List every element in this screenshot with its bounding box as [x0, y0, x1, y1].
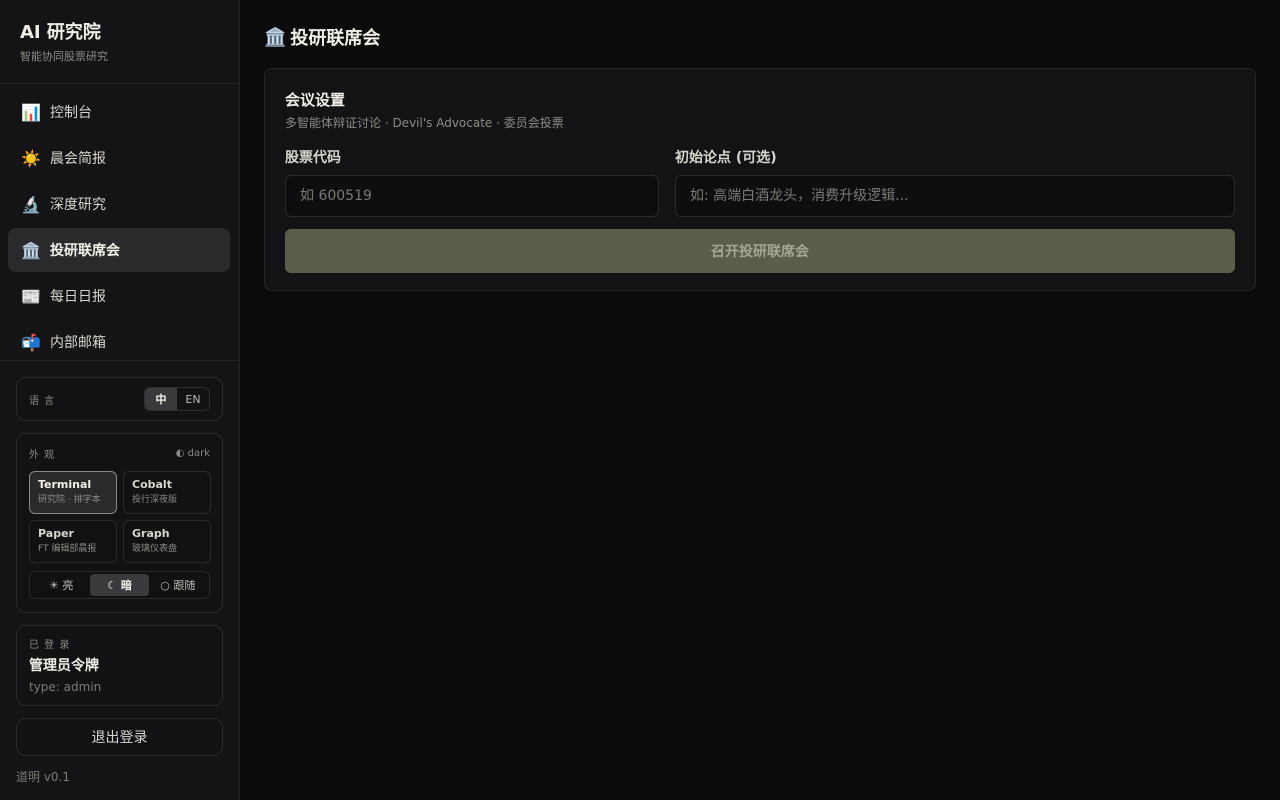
appearance-card: 外 观 ◐ dark Terminal 研究院 · 排字本 Cobalt 投行深…: [16, 433, 223, 613]
sidebar-item-label: 每日日报: [50, 289, 106, 305]
form-fields: 股票代码 初始论点 (可选): [285, 147, 1235, 217]
language-label: 语 言: [29, 395, 56, 407]
sidebar-item-investment-committee[interactable]: 🏛️ 投研联席会: [8, 228, 230, 272]
sidebar-item-mailbox[interactable]: 📬 内部邮箱: [8, 320, 230, 358]
theme-name: Terminal: [38, 478, 92, 491]
sidebar-item-morning-brief[interactable]: ☀️ 晨会简报: [8, 136, 230, 180]
theme-option-cobalt[interactable]: Cobalt 投行深夜版: [123, 471, 211, 514]
sidebar-item-label: 投研联席会: [50, 243, 120, 259]
theme-desc: FT 编辑部晨报: [38, 544, 97, 554]
language-card: 语 言 中 EN: [16, 377, 223, 421]
microscope-icon: 🔬: [21, 194, 41, 214]
appearance-label: 外 观: [29, 450, 56, 461]
page-title-text: 投研联席会: [290, 28, 381, 49]
sun-icon: ☀️: [21, 148, 41, 168]
sidebar-item-label: 控制台: [50, 105, 92, 121]
version-label: 道明 v0.1: [16, 770, 71, 784]
user-name: 管理员令牌: [29, 658, 99, 674]
mode-option-light[interactable]: ☀ 亮: [32, 574, 90, 596]
theme-desc: 投行深夜版: [132, 495, 178, 505]
mode-option-system[interactable]: ○ 跟随: [149, 574, 207, 596]
theme-option-paper[interactable]: Paper FT 编辑部晨报: [29, 520, 117, 563]
sidebar-item-label: 内部邮箱: [50, 335, 106, 351]
logout-button[interactable]: 退出登录: [16, 718, 223, 756]
language-toggle: 中 EN: [144, 387, 210, 411]
sidebar: AI 研究院 智能协同股票研究 📊 控制台 ☀️ 晨会简报 🔬 深度研究 🏛️ …: [0, 0, 240, 800]
theme-desc: 研究院 · 排字本: [38, 495, 101, 505]
login-status: 已 登 录: [29, 640, 71, 651]
classical-building-icon: 🏛️: [264, 26, 287, 48]
theme-option-terminal[interactable]: Terminal 研究院 · 排字本: [29, 471, 117, 514]
brand-title: AI 研究院: [20, 22, 101, 43]
stock-code-label: 股票代码: [285, 150, 341, 166]
theme-name: Paper: [38, 527, 74, 540]
stock-code-input[interactable]: [285, 175, 659, 217]
mailbox-icon: 📬: [21, 332, 41, 352]
sidebar-item-label: 深度研究: [50, 197, 106, 213]
theme-name: Cobalt: [132, 478, 172, 491]
sidebar-item-deep-research[interactable]: 🔬 深度研究: [8, 182, 230, 226]
chart-icon: 📊: [21, 102, 41, 122]
user-card: 已 登 录 管理员令牌 type: admin: [16, 625, 223, 706]
stock-field-group: 股票代码: [285, 147, 659, 217]
language-option-zh[interactable]: 中: [145, 388, 177, 410]
classical-building-icon: 🏛️: [21, 240, 41, 260]
brand: AI 研究院 智能协同股票研究: [0, 0, 239, 84]
theme-option-graph[interactable]: Graph 玻璃仪表盘: [123, 520, 211, 563]
newspaper-icon: 📰: [21, 286, 41, 306]
sidebar-divider: [0, 360, 239, 361]
panel-title: 会议设置: [285, 91, 346, 109]
main-content: 🏛️ 投研联席会 会议设置 多智能体辩证讨论 · Devil's Advocat…: [241, 0, 1280, 800]
current-mode-tag: ◐ dark: [175, 448, 210, 459]
meeting-settings-panel: 会议设置 多智能体辩证讨论 · Devil's Advocate · 委员会投票…: [264, 68, 1256, 291]
theme-desc: 玻璃仪表盘: [132, 544, 178, 554]
user-type: type: admin: [29, 680, 102, 694]
theme-grid: Terminal 研究院 · 排字本 Cobalt 投行深夜版 Paper FT…: [29, 471, 211, 563]
thesis-field-group: 初始论点 (可选): [675, 147, 1235, 217]
thesis-input[interactable]: [675, 175, 1235, 217]
sidebar-nav: 📊 控制台 ☀️ 晨会简报 🔬 深度研究 🏛️ 投研联席会 📰 每日日报 📬 内…: [8, 90, 230, 358]
brand-subtitle: 智能协同股票研究: [20, 50, 108, 63]
page-title: 🏛️ 投研联席会: [264, 24, 380, 50]
color-mode-toggle: ☀ 亮 ☾ 暗 ○ 跟随: [29, 571, 210, 599]
convene-committee-button[interactable]: 召开投研联席会: [285, 229, 1235, 273]
language-option-en[interactable]: EN: [177, 388, 209, 410]
thesis-label: 初始论点 (可选): [675, 150, 777, 166]
panel-subtitle: 多智能体辩证讨论 · Devil's Advocate · 委员会投票: [285, 116, 564, 130]
theme-name: Graph: [132, 527, 170, 540]
sidebar-item-label: 晨会简报: [50, 151, 106, 167]
sidebar-item-dashboard[interactable]: 📊 控制台: [8, 90, 230, 134]
sidebar-item-daily-report[interactable]: 📰 每日日报: [8, 274, 230, 318]
mode-option-dark[interactable]: ☾ 暗: [90, 574, 149, 596]
